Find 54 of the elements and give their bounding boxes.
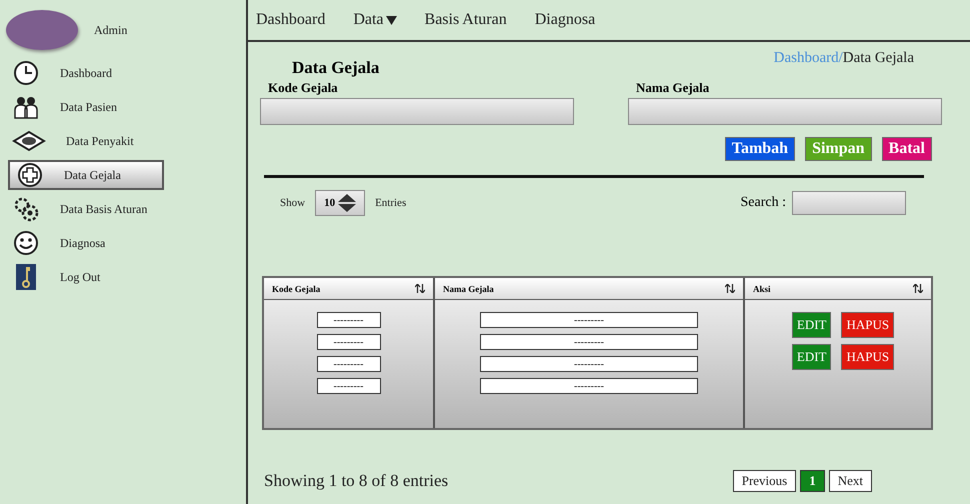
breadcrumb: Dashboard/Data Gejala (774, 50, 914, 67)
input-field[interactable] (628, 98, 942, 125)
sidebar-item[interactable]: Dashboard (6, 58, 226, 88)
nav-link[interactable]: Dashboard (256, 11, 326, 29)
people-icon (12, 94, 40, 120)
show-label: Show (280, 197, 306, 209)
sidebar-item[interactable]: Data Pasien (6, 92, 226, 122)
page-size-spinner[interactable]: 10 (315, 190, 366, 216)
search-label: Search : (740, 195, 786, 211)
column-header[interactable]: Aksi (745, 278, 931, 300)
delete-button[interactable]: HAPUS (841, 312, 894, 338)
sort-icon (913, 284, 923, 293)
gears-icon (12, 196, 40, 222)
nav-link[interactable]: Diagnosa (534, 11, 596, 29)
table-cell: --------- (480, 356, 698, 372)
delete-button[interactable]: HAPUS (841, 344, 894, 370)
column-header[interactable]: Nama Gejala (435, 278, 745, 300)
table-cell: --------- (316, 378, 380, 394)
diamond-icon (12, 128, 46, 154)
edit-button[interactable]: EDIT (792, 344, 832, 370)
plus-icon (16, 162, 44, 188)
table-cell: --------- (316, 334, 380, 350)
table-cell: --------- (480, 312, 698, 328)
pagination-button[interactable]: 1 (800, 470, 825, 492)
sidebar-item[interactable]: Data Basis Aturan (6, 194, 226, 224)
user-name: Admin (94, 22, 128, 38)
table-info: Showing 1 to 8 of 8 entries (264, 471, 448, 491)
input-field[interactable] (260, 98, 574, 125)
table-cell: --------- (316, 312, 380, 328)
sidebar-item[interactable]: Diagnosa (6, 228, 226, 258)
page-title: Data Gejala (292, 58, 380, 78)
table-cell: --------- (480, 334, 698, 350)
nav-link[interactable]: Basis Aturan (424, 11, 507, 29)
nav-link[interactable]: Data (353, 11, 397, 29)
entries-label: Entries (375, 197, 406, 209)
sidebar-item[interactable]: Data Gejala (8, 160, 164, 190)
smiley-icon (12, 230, 40, 256)
cancel-button[interactable]: Batal (882, 137, 932, 161)
edit-button[interactable]: EDIT (792, 312, 832, 338)
sidebar-item[interactable]: Data Penyakit (6, 126, 226, 156)
table-cell: --------- (316, 356, 380, 372)
column-header[interactable]: Kode Gejala (264, 278, 435, 300)
field-label: Nama Gejala (635, 80, 710, 96)
add-button[interactable]: Tambah (724, 137, 796, 161)
sidebar-item[interactable]: Log Out (6, 262, 226, 292)
sort-icon (415, 284, 425, 293)
pagination-button[interactable]: Next (828, 470, 872, 492)
field-label: Kode Gejala (267, 80, 339, 96)
pagination-button[interactable]: Previous (732, 470, 796, 492)
clock-icon (12, 60, 40, 86)
sort-icon (725, 284, 735, 293)
avatar (6, 10, 78, 50)
search-field[interactable] (792, 191, 906, 215)
table-cell: --------- (480, 378, 698, 394)
